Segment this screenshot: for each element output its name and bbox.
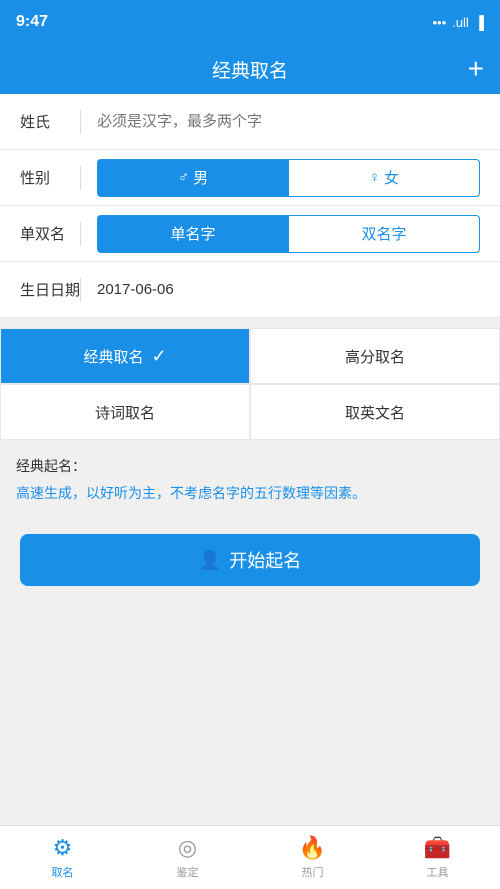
highscore-naming-label: 高分取名	[345, 346, 405, 367]
english-naming-label: 取英文名	[345, 402, 405, 423]
birthday-label: 生日日期	[20, 279, 80, 300]
naming-nav-icon: ⚙	[53, 835, 73, 861]
row-divider	[80, 110, 81, 134]
highscore-naming-cell[interactable]: 高分取名	[250, 328, 500, 384]
female-button[interactable]: ♀ 女	[289, 159, 480, 197]
row-divider	[80, 222, 81, 246]
check-icon: ✓	[151, 346, 166, 367]
hot-nav-label: 热门	[302, 864, 324, 880]
start-person-icon: 👤	[199, 550, 221, 571]
gender-row: 性别 ♂ 男 ♀ 女	[0, 150, 500, 206]
english-naming-cell[interactable]: 取英文名	[250, 384, 500, 440]
classic-naming-cell[interactable]: 经典取名 ✓	[0, 328, 250, 384]
poetry-naming-cell[interactable]: 诗词取名	[0, 384, 250, 440]
appraise-nav-label: 鉴定	[177, 864, 199, 880]
poetry-naming-label: 诗词取名	[95, 402, 155, 423]
name-type-toggle-group: 单名字 双名字	[97, 215, 480, 253]
male-icon: ♂	[178, 169, 189, 186]
double-name-label: 双名字	[361, 223, 406, 244]
description-text: 高速生成，以好听为主，不考虑名字的五行数理等因素。	[16, 482, 484, 504]
description-section: 经典起名： 高速生成，以好听为主，不考虑名字的五行数理等因素。	[0, 440, 500, 514]
start-button-wrapper: 👤 开始起名	[0, 514, 500, 610]
form-section: 姓氏 性别 ♂ 男 ♀ 女 单双名 单名字 双名字	[0, 94, 500, 318]
section-gap	[0, 318, 500, 328]
header: 经典取名 +	[0, 44, 500, 94]
signal-dots: •••	[433, 15, 447, 30]
status-bar: 9:47 ••• .ull ▐	[0, 0, 500, 44]
tools-nav-label: 工具	[427, 864, 449, 880]
signal-bars: .ull	[452, 15, 469, 30]
battery-icon: ▐	[475, 15, 484, 30]
name-type-label: 单双名	[20, 223, 80, 244]
surname-label: 姓氏	[20, 111, 80, 132]
female-label: 女	[384, 167, 399, 188]
appraise-nav-icon: ◎	[178, 835, 197, 861]
description-title: 经典起名：	[16, 456, 484, 476]
single-name-button[interactable]: 单名字	[97, 215, 289, 253]
naming-method-grid: 经典取名 ✓ 高分取名 诗词取名 取英文名	[0, 328, 500, 440]
name-type-row: 单双名 单名字 双名字	[0, 206, 500, 262]
header-title: 经典取名	[212, 56, 288, 83]
start-label: 开始起名	[229, 547, 301, 573]
male-label: 男	[193, 167, 208, 188]
naming-nav-label: 取名	[52, 864, 74, 880]
status-time: 9:47	[16, 13, 48, 31]
start-naming-button[interactable]: 👤 开始起名	[20, 534, 480, 586]
row-divider	[80, 278, 81, 302]
male-button[interactable]: ♂ 男	[97, 159, 289, 197]
birthday-value[interactable]: 2017-06-06	[97, 281, 174, 298]
double-name-button[interactable]: 双名字	[289, 215, 480, 253]
add-button[interactable]: +	[468, 53, 484, 85]
row-divider	[80, 166, 81, 190]
hot-nav-icon: 🔥	[299, 835, 326, 861]
status-icons: ••• .ull ▐	[433, 15, 485, 30]
classic-naming-label: 经典取名	[83, 346, 143, 367]
tools-nav-icon: 🧰	[424, 835, 451, 861]
nav-item-hot[interactable]: 🔥 热门	[250, 826, 375, 889]
nav-item-appraise[interactable]: ◎ 鉴定	[125, 826, 250, 889]
gender-label: 性别	[20, 167, 80, 188]
female-icon: ♀	[369, 169, 380, 186]
surname-input[interactable]	[97, 113, 480, 130]
nav-item-tools[interactable]: 🧰 工具	[375, 826, 500, 889]
birthday-row: 生日日期 2017-06-06	[0, 262, 500, 318]
bottom-spacer	[0, 610, 500, 674]
bottom-navigation: ⚙ 取名 ◎ 鉴定 🔥 热门 🧰 工具	[0, 825, 500, 889]
gender-toggle-group: ♂ 男 ♀ 女	[97, 159, 480, 197]
surname-row: 姓氏	[0, 94, 500, 150]
single-name-label: 单名字	[170, 223, 215, 244]
nav-item-naming[interactable]: ⚙ 取名	[0, 826, 125, 889]
